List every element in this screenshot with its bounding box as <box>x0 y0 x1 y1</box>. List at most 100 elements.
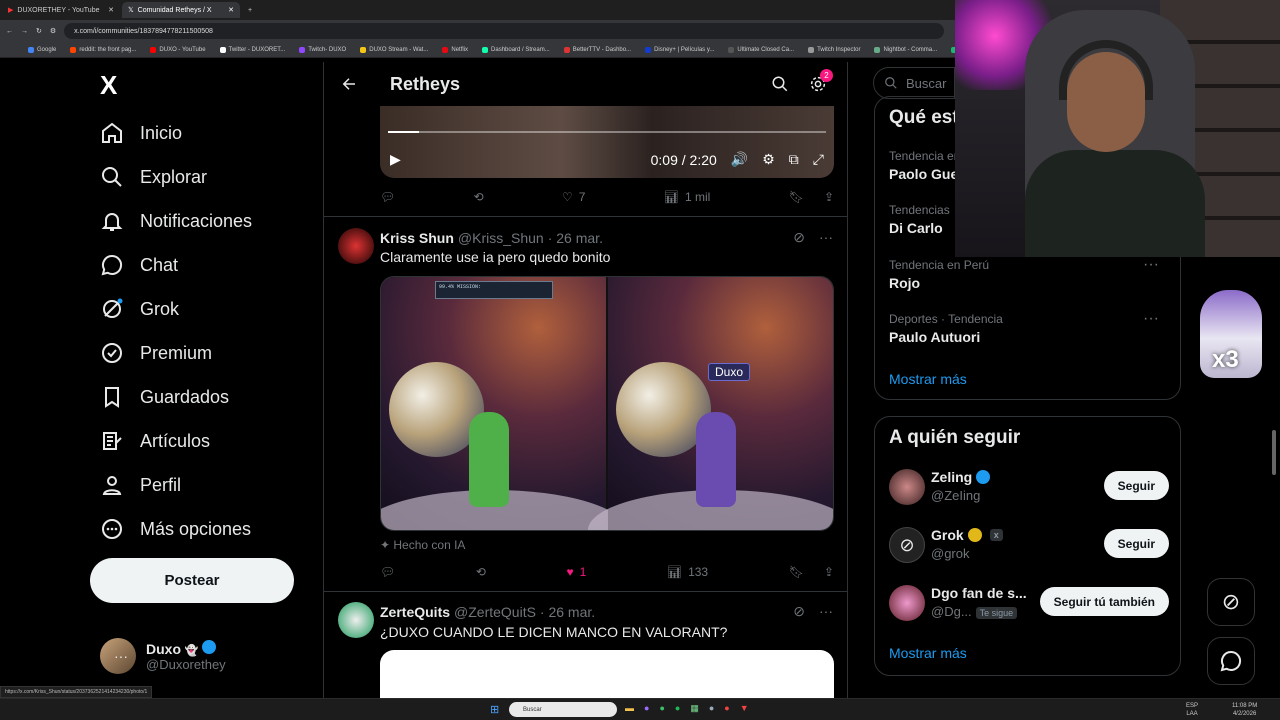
avatar[interactable] <box>338 602 374 638</box>
new-tab-button[interactable]: + <box>248 7 252 14</box>
search-input[interactable]: Buscar <box>873 67 955 99</box>
grok-fab-icon[interactable]: ⊘ <box>1207 578 1255 626</box>
bookmark-item[interactable]: Twitch- DUXO <box>299 46 346 53</box>
trend-item[interactable]: Deportes · Tendencia Paulo Autuori ··· <box>889 310 1169 345</box>
close-tab-icon[interactable]: ✕ <box>228 6 234 14</box>
bookmark-item[interactable]: reddit: the front pag... <box>70 46 136 53</box>
play-icon[interactable]: ▶ <box>390 151 401 168</box>
post-image[interactable] <box>380 650 834 702</box>
reload-icon[interactable]: ↻ <box>36 27 42 35</box>
post-media-grid[interactable]: 99.4% MISSION: Duxo <box>380 276 834 531</box>
site-info-icon[interactable]: ⚙ <box>50 27 56 35</box>
spotify-icon[interactable]: ● <box>675 703 680 714</box>
app-icon[interactable]: ● <box>724 703 729 714</box>
avatar[interactable] <box>338 228 374 264</box>
author-name[interactable]: ZerteQuits <box>380 604 450 620</box>
trend-item[interactable]: Tendencia en Perú Rojo ··· <box>889 256 1169 291</box>
pip-icon[interactable]: ⧉ <box>789 151 799 168</box>
show-more-link[interactable]: Mostrar más <box>889 645 967 661</box>
file-explorer-icon[interactable]: ▬ <box>625 703 634 714</box>
bookmark-icon[interactable]: 🔖︎ <box>789 565 804 579</box>
back-arrow-icon[interactable] <box>340 75 358 93</box>
repost-icon[interactable]: ⟲ <box>474 190 484 204</box>
windows-start-icon[interactable]: ⊞ <box>490 703 499 716</box>
bookmark-item[interactable]: Dashboard / Stream... <box>482 46 550 53</box>
like-button[interactable]: ♥ 1 <box>566 565 586 579</box>
bookmark-item[interactable]: DUXO - YouTube <box>150 46 206 53</box>
more-icon[interactable]: ··· <box>1143 256 1159 274</box>
video-player[interactable]: ▶ 0:09 / 2:20 🔊 ⚙ ⧉ ⤢ <box>380 106 834 178</box>
avatar[interactable] <box>889 585 925 621</box>
views-count[interactable]: 📊︎ 1 mil <box>664 190 711 204</box>
share-icon[interactable]: ⇪ <box>824 190 834 204</box>
bookmark-item[interactable]: Google <box>28 46 56 53</box>
tab-x-community[interactable]: 𝕏 Comunidad Retheys / X ✕ <box>122 2 240 18</box>
grok-icon[interactable]: ⊘ <box>793 603 805 620</box>
author-name[interactable]: Kriss Shun <box>380 230 454 246</box>
x-logo[interactable]: X <box>100 70 117 101</box>
follow-suggestion[interactable]: ⊘ Grok x @grok Seguir <box>889 525 1169 565</box>
views-count[interactable]: 📊︎ 133 <box>667 565 708 579</box>
nav-item-grok[interactable]: Grok <box>100 297 179 321</box>
scrollbar[interactable] <box>1272 430 1276 475</box>
post-date[interactable]: · 26 mar. <box>548 230 603 246</box>
nav-item-notificaciones[interactable]: Notificaciones <box>100 209 252 233</box>
excel-icon[interactable]: ▦ <box>690 703 699 714</box>
volume-icon[interactable]: 🔊 <box>731 151 748 168</box>
nav-item-inicio[interactable]: Inicio <box>100 121 182 145</box>
bookmark-icon[interactable]: 🔖︎ <box>789 190 804 204</box>
author-handle[interactable]: @ZerteQuitS <box>454 604 536 620</box>
bookmark-item[interactable]: Nightbot - Comma... <box>874 46 937 53</box>
chrome-icon[interactable]: ● <box>659 703 664 714</box>
taskbar-search-input[interactable]: Buscar <box>509 702 617 717</box>
nav-item-más-opciones[interactable]: Más opciones <box>100 517 251 541</box>
follow-button[interactable]: Seguir <box>1103 471 1169 500</box>
like-button[interactable]: ♡ 7 <box>562 190 585 204</box>
settings-gear-icon[interactable]: 2 <box>809 69 833 93</box>
bookmark-item[interactable]: DUXO Stream - Wat... <box>360 46 428 53</box>
back-icon[interactable]: ← <box>6 28 13 35</box>
show-more-link[interactable]: Mostrar más <box>889 371 967 387</box>
follow-button[interactable]: Seguir <box>1103 529 1169 558</box>
more-icon[interactable]: ··· <box>819 603 833 620</box>
nav-item-perfil[interactable]: Perfil <box>100 473 181 497</box>
nav-item-premium[interactable]: Premium <box>100 341 212 365</box>
close-tab-icon[interactable]: ✕ <box>108 6 114 14</box>
bookmark-item[interactable]: Twitter - DUXORET... <box>219 46 285 53</box>
valorant-icon[interactable]: ▼ <box>740 703 749 714</box>
steam-icon[interactable]: ● <box>709 703 714 714</box>
nav-item-chat[interactable]: Chat <box>100 253 178 277</box>
follow-suggestion[interactable]: Zeling @ZeIing Seguir <box>889 467 1169 507</box>
more-icon[interactable]: ··· <box>1143 310 1159 328</box>
bookmark-item[interactable]: Disney+ | Películas y... <box>645 46 714 53</box>
video-progress-bar[interactable] <box>388 131 826 133</box>
repost-icon[interactable]: ⟲ <box>476 565 486 579</box>
bookmark-item[interactable]: BetterTTV - Dashbo... <box>563 46 631 53</box>
post-image-right[interactable]: Duxo <box>588 277 833 530</box>
avatar[interactable] <box>889 469 925 505</box>
post-image-left[interactable]: 99.4% MISSION: <box>381 277 626 530</box>
reply-icon[interactable]: 💬︎ <box>380 565 395 579</box>
video-settings-icon[interactable]: ⚙ <box>762 151 775 168</box>
search-icon[interactable] <box>771 75 789 93</box>
clock[interactable]: 11:08 PM 4/2/2026 <box>1232 702 1257 718</box>
reply-icon[interactable]: 💬︎ <box>380 190 395 204</box>
share-icon[interactable]: ⇪ <box>824 565 834 579</box>
follow-back-button[interactable]: Seguir tú también <box>1039 587 1169 616</box>
bookmark-item[interactable]: Netflix <box>442 46 468 53</box>
bookmark-item[interactable]: Ultimate Closed Ca... <box>728 46 794 53</box>
nav-item-guardados[interactable]: Guardados <box>100 385 229 409</box>
author-handle[interactable]: @Kriss_Shun <box>458 230 544 246</box>
grok-avatar-icon[interactable]: ⊘ <box>889 527 925 563</box>
fullscreen-icon[interactable]: ⤢ <box>813 151 824 168</box>
follow-suggestion[interactable]: Dgo fan de s... @Dg... Te sigue Seguir tú… <box>889 583 1169 623</box>
post-button[interactable]: Postear <box>90 558 294 603</box>
discord-icon[interactable]: ● <box>644 703 649 714</box>
forward-icon[interactable]: → <box>21 28 28 35</box>
grok-icon[interactable]: ⊘ <box>793 229 805 246</box>
bookmark-item[interactable]: Twitch Inspector <box>808 46 860 53</box>
post-date[interactable]: · 26 mar. <box>540 604 595 620</box>
tab-youtube[interactable]: ▶ DUXORETHEY - YouTube ✕ <box>2 2 120 18</box>
nav-item-explorar[interactable]: Explorar <box>100 165 207 189</box>
chat-fab-icon[interactable] <box>1207 637 1255 685</box>
